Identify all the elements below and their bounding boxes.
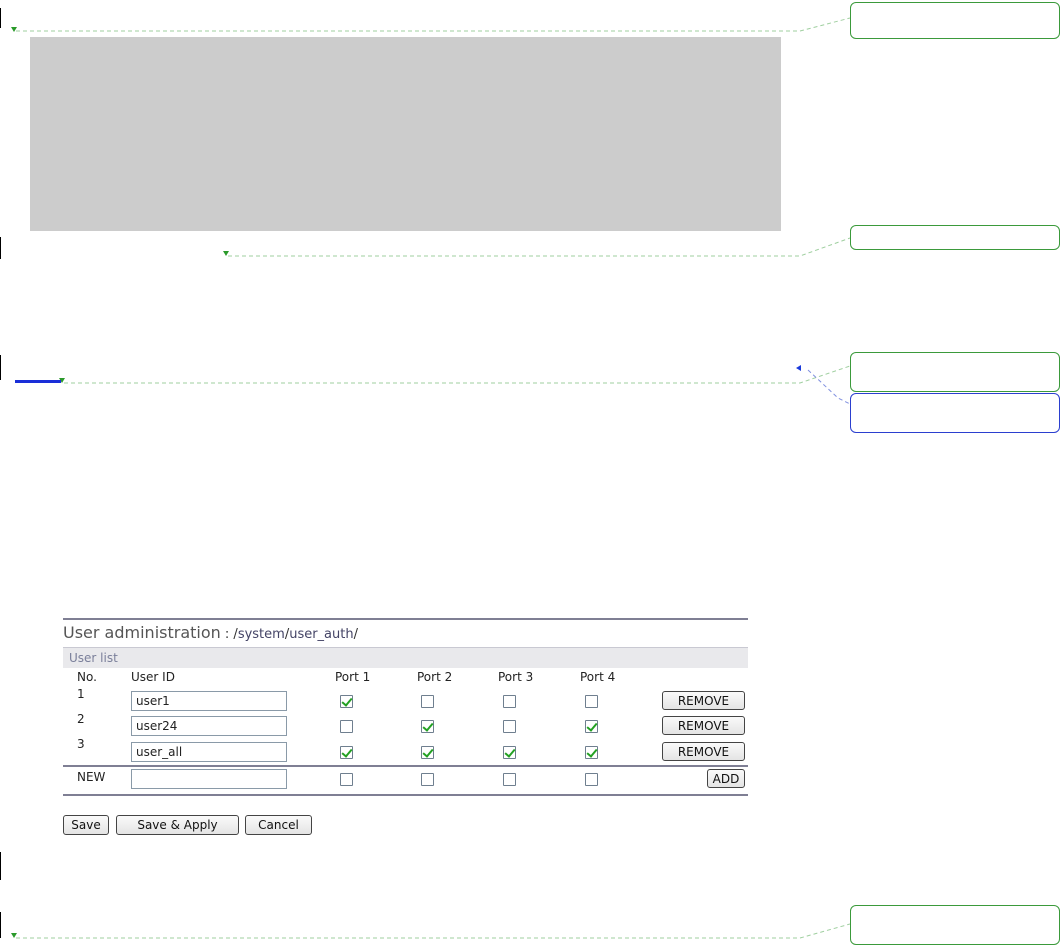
- annotation-callout: [850, 352, 1060, 392]
- anchor-marker-blue-icon: [796, 365, 801, 371]
- port-3-checkbox[interactable]: [503, 746, 516, 759]
- new-port-2-checkbox[interactable]: [421, 773, 434, 786]
- page-title: User administration : /system/user_auth/: [63, 620, 748, 644]
- port-4-checkbox[interactable]: [585, 695, 598, 708]
- user-admin-panel: User administration : /system/user_auth/…: [63, 618, 748, 800]
- save-apply-button[interactable]: Save & Apply: [116, 815, 239, 835]
- column-header-port-3: Port 3: [498, 670, 534, 684]
- remove-user-button[interactable]: REMOVE: [662, 742, 745, 761]
- table-divider: [63, 765, 748, 767]
- new-port-4-checkbox[interactable]: [585, 773, 598, 786]
- new-row-label: NEW: [77, 770, 106, 784]
- user-id-input[interactable]: [131, 716, 287, 736]
- new-port-3-checkbox[interactable]: [503, 773, 516, 786]
- link-underline[interactable]: [15, 380, 61, 383]
- port-2-checkbox[interactable]: [421, 720, 434, 733]
- port-1-checkbox[interactable]: [340, 746, 353, 759]
- port-3-checkbox[interactable]: [503, 720, 516, 733]
- breadcrumb-system[interactable]: system: [238, 627, 285, 642]
- port-1-checkbox[interactable]: [340, 720, 353, 733]
- port-4-checkbox[interactable]: [585, 746, 598, 759]
- user-table: No. User ID Port 1 Port 2 Port 3 Port 4 …: [63, 668, 748, 800]
- user-id-input[interactable]: [131, 691, 287, 711]
- table-bottom-rule: [63, 794, 748, 796]
- row-number: 1: [77, 687, 85, 701]
- anchor-marker-icon: [11, 27, 17, 32]
- port-2-checkbox[interactable]: [421, 695, 434, 708]
- anchor-marker-icon: [223, 251, 229, 256]
- new-user-id-input[interactable]: [131, 769, 287, 789]
- anchor-marker-icon: [11, 933, 17, 938]
- annotation-callout: [850, 905, 1060, 945]
- add-user-button[interactable]: ADD: [707, 769, 745, 788]
- port-3-checkbox[interactable]: [503, 695, 516, 708]
- port-4-checkbox[interactable]: [585, 720, 598, 733]
- annotation-callout: [850, 225, 1060, 250]
- save-button[interactable]: Save: [63, 815, 109, 835]
- user-id-input[interactable]: [131, 742, 287, 762]
- column-header-port-4: Port 4: [580, 670, 616, 684]
- image-placeholder: [30, 37, 781, 231]
- cancel-button[interactable]: Cancel: [245, 815, 312, 835]
- row-number: 3: [77, 737, 85, 751]
- port-1-checkbox[interactable]: [340, 695, 353, 708]
- remove-user-button[interactable]: REMOVE: [662, 716, 745, 735]
- row-number: 2: [77, 712, 85, 726]
- column-header-port-1: Port 1: [335, 670, 371, 684]
- breadcrumb-user-auth[interactable]: user_auth: [289, 627, 353, 642]
- breadcrumb: : /system/user_auth/: [220, 627, 358, 642]
- column-header-port-2: Port 2: [417, 670, 453, 684]
- remove-user-button[interactable]: REMOVE: [662, 691, 745, 710]
- section-heading-user-list: User list: [63, 647, 748, 668]
- annotation-callout: [850, 2, 1060, 39]
- port-2-checkbox[interactable]: [421, 746, 434, 759]
- annotation-callout-comment: [850, 393, 1060, 433]
- panel-title-text: User administration: [63, 623, 221, 642]
- column-header-user-id: User ID: [131, 670, 175, 684]
- column-header-no: No.: [77, 670, 97, 684]
- new-port-1-checkbox[interactable]: [340, 773, 353, 786]
